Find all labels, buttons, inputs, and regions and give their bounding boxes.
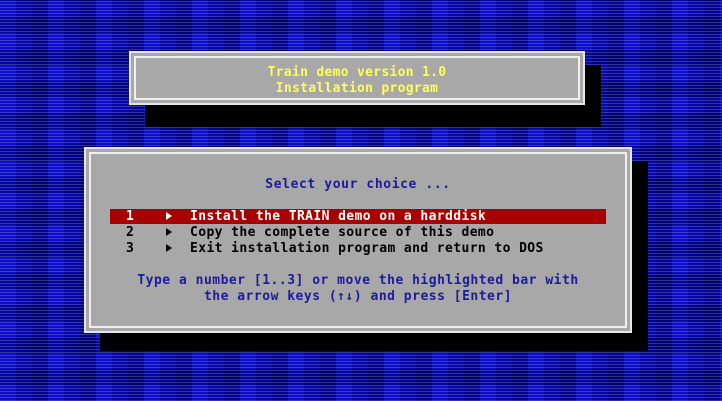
app-title: Train demo version 1.0 [267,65,447,80]
title-panel: Train demo version 1.0 Installation prog… [129,51,585,105]
menu-panel: Select your choice ... 1 Install the TRA… [84,147,632,333]
arrow-right-icon [166,244,172,252]
menu-item-number: 1 [126,209,135,224]
menu-item-number: 2 [126,225,135,240]
menu-item-label: Install the TRAIN demo on a harddisk [190,209,487,224]
menu-item-label: Copy the complete source of this demo [190,225,495,240]
arrow-right-icon [166,228,172,236]
arrow-right-icon [166,212,172,220]
menu-item-number: 3 [126,241,135,256]
dos-screen: { "header": { "title": "Train demo versi… [0,0,722,401]
menu-item-install[interactable]: 1 Install the TRAIN demo on a harddisk [110,209,606,224]
instruction-line-1: Type a number [1..3] or move the highlig… [137,273,579,288]
app-subtitle: Installation program [275,81,439,96]
menu-prompt: Select your choice ... [265,177,451,192]
menu-item-copy-source[interactable]: 2 Copy the complete source of this demo [110,225,606,240]
instruction-line-2: the arrow keys (↑↓) and press [Enter] [203,289,513,304]
menu-item-exit[interactable]: 3 Exit installation program and return t… [110,241,606,256]
menu-item-label: Exit installation program and return to … [190,241,544,256]
